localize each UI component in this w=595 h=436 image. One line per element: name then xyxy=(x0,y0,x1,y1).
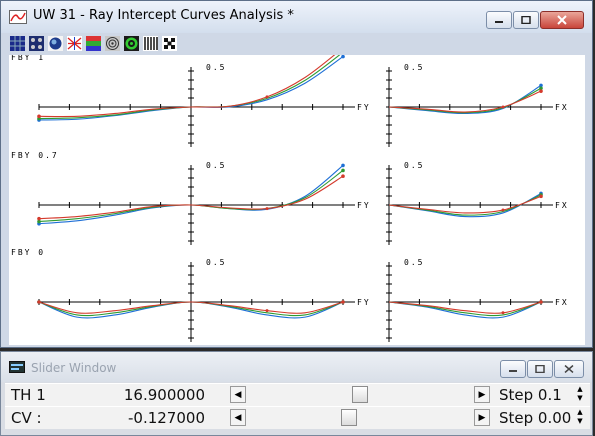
slider-thumb[interactable] xyxy=(341,409,358,426)
toolbar xyxy=(9,35,180,53)
axis-label: FY xyxy=(357,103,371,112)
slider-window: Slider Window TH 1 16.900000 ◀ ▶ Step 0.… xyxy=(0,351,593,436)
chart-panel-1: FBY 1 0.5 FY xyxy=(11,55,371,147)
dots-pattern-icon[interactable] xyxy=(28,35,45,52)
checker-icon[interactable] xyxy=(161,35,178,52)
close-button[interactable] xyxy=(540,11,584,29)
data-point xyxy=(341,163,345,168)
slider-window-icon xyxy=(9,361,25,373)
slider-minimize-button[interactable] xyxy=(500,360,526,378)
axis-label: FX xyxy=(555,103,569,112)
slider-thumb[interactable] xyxy=(352,386,368,403)
data-point xyxy=(341,168,345,173)
maximize-button[interactable] xyxy=(513,11,539,29)
data-point xyxy=(265,95,269,99)
panel-title: FBY 0.7 xyxy=(11,151,59,160)
target-icon[interactable] xyxy=(123,35,140,52)
step-label: Step 0.00 xyxy=(499,409,571,427)
circles-pattern-icon[interactable] xyxy=(104,35,121,52)
slider-label: TH 1 xyxy=(11,386,46,404)
chart-panel-4: 0.5 FX xyxy=(386,161,569,245)
scale-label: 0.5 xyxy=(404,161,424,170)
data-point xyxy=(539,89,543,93)
bars-pattern-icon[interactable] xyxy=(142,35,159,52)
panel-title: FBY 0 xyxy=(11,248,45,257)
scale-label: 0.5 xyxy=(206,258,226,267)
data-point xyxy=(341,174,345,178)
slider-label: CV : xyxy=(11,409,42,427)
series-line xyxy=(388,87,542,114)
scale-label: 0.5 xyxy=(404,63,424,72)
scroll-left-button[interactable]: ◀ xyxy=(230,409,246,426)
series-line xyxy=(388,301,542,314)
data-point xyxy=(265,207,269,211)
spot-icon[interactable] xyxy=(47,35,64,52)
ray-intercept-plots: FBY 1 0.5 FY 0.5 FX FBY 0.7 0.5 FY 0.5 FX FBY 0 0.5… xyxy=(11,55,569,342)
slider-track[interactable]: ◀ ▶ xyxy=(230,386,490,403)
slider-track[interactable]: ◀ ▶ xyxy=(230,409,490,426)
ray-intercept-window: UW 31 - Ray Intercept Curves Analysis * xyxy=(0,0,593,348)
spin-up-icon[interactable]: ▲ xyxy=(572,385,588,394)
step-spinner[interactable]: ▲ ▼ xyxy=(572,408,588,427)
scale-label: 0.5 xyxy=(206,161,226,170)
slider-value[interactable]: -0.127000 xyxy=(115,409,205,427)
title-bar[interactable]: UW 31 - Ray Intercept Curves Analysis * xyxy=(1,1,592,33)
slider-title-bar[interactable]: Slider Window xyxy=(1,352,592,382)
plot-area: FBY 1 0.5 FY 0.5 FX FBY 0.7 0.5 FY 0.5 FX FBY 0 0.5… xyxy=(9,55,585,345)
slider-row-cv: CV : -0.127000 ◀ ▶ Step 0.00 ▲ ▼ xyxy=(5,406,590,429)
slider-row-th1: TH 1 16.900000 ◀ ▶ Step 0.1 ▲ ▼ xyxy=(5,383,590,406)
data-point xyxy=(501,208,505,212)
scale-label: 0.5 xyxy=(206,63,226,72)
spin-down-icon[interactable]: ▼ xyxy=(572,417,588,426)
window-title: UW 31 - Ray Intercept Curves Analysis * xyxy=(33,8,294,23)
data-point xyxy=(37,114,41,119)
axis-label: FY xyxy=(357,298,371,307)
data-point xyxy=(37,216,41,221)
data-point xyxy=(341,300,345,304)
axis-label: FY xyxy=(357,201,371,210)
maximize-icon xyxy=(535,365,545,373)
chart-panel-3: FBY 0.7 0.5 FY xyxy=(11,151,371,245)
axis-label: FX xyxy=(555,298,569,307)
scroll-right-button[interactable]: ▶ xyxy=(474,409,490,426)
chart-panel-2: 0.5 FX xyxy=(386,63,569,147)
curve-app-icon xyxy=(9,10,27,24)
chart-panel-6: 0.5 FX xyxy=(386,258,569,342)
minimize-icon xyxy=(495,21,503,23)
data-point xyxy=(539,300,543,304)
right-arrow-icon: ▶ xyxy=(478,389,486,400)
data-point xyxy=(265,309,269,313)
ray-fan-icon[interactable] xyxy=(66,35,83,52)
slider-value[interactable]: 16.900000 xyxy=(115,386,205,404)
spin-down-icon[interactable]: ▼ xyxy=(572,394,588,403)
scale-label: 0.5 xyxy=(404,258,424,267)
scroll-right-button[interactable]: ▶ xyxy=(474,386,490,403)
data-point xyxy=(501,311,505,315)
right-arrow-icon: ▶ xyxy=(478,412,486,423)
scroll-left-button[interactable]: ◀ xyxy=(230,386,246,403)
step-label: Step 0.1 xyxy=(499,386,562,404)
step-spinner[interactable]: ▲ ▼ xyxy=(572,385,588,404)
slider-close-button[interactable] xyxy=(554,360,584,378)
axis-label: FX xyxy=(555,201,569,210)
left-arrow-icon: ◀ xyxy=(234,412,242,423)
slider-maximize-button[interactable] xyxy=(527,360,553,378)
data-point xyxy=(37,300,41,304)
series-line xyxy=(388,84,542,115)
minimize-icon xyxy=(509,370,517,372)
close-icon xyxy=(557,15,567,25)
slider-window-title: Slider Window xyxy=(31,361,117,375)
spin-up-icon[interactable]: ▲ xyxy=(572,408,588,417)
close-icon xyxy=(564,365,574,373)
data-point xyxy=(539,194,543,199)
maximize-icon xyxy=(521,16,531,24)
multicolor-grid-icon[interactable] xyxy=(85,35,102,52)
minimize-button[interactable] xyxy=(486,11,512,29)
left-arrow-icon: ◀ xyxy=(234,389,242,400)
data-point xyxy=(501,105,505,109)
grid-pattern-icon[interactable] xyxy=(9,35,26,52)
panel-title: FBY 1 xyxy=(11,55,45,62)
chart-panel-5: FBY 0 0.5 FY xyxy=(11,248,371,342)
